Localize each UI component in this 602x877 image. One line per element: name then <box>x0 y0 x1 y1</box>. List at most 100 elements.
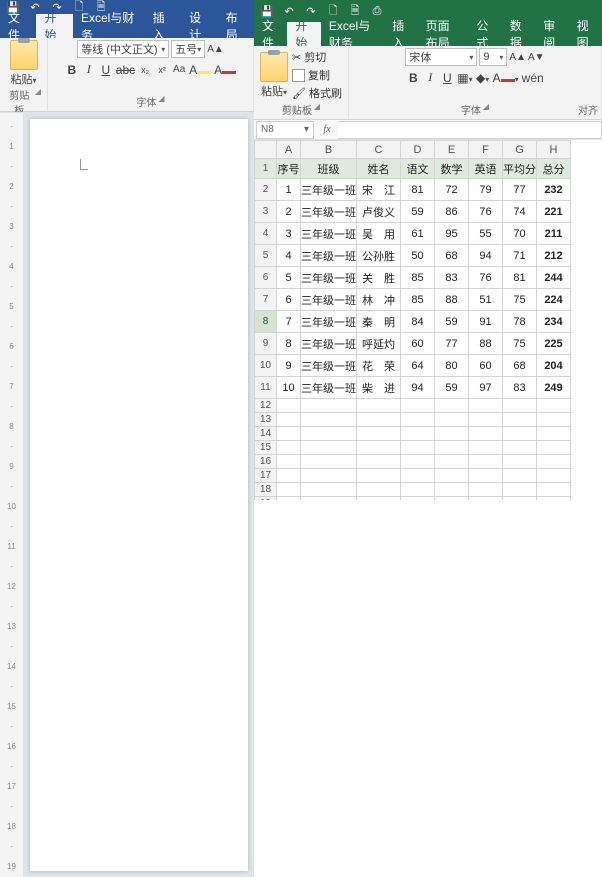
cell[interactable]: 74 <box>503 201 537 223</box>
cell[interactable] <box>503 455 537 469</box>
cell[interactable] <box>537 399 571 413</box>
undo-icon[interactable]: ↶ <box>282 4 296 18</box>
cell[interactable]: 三年级一班 <box>301 267 357 289</box>
cell[interactable] <box>537 427 571 441</box>
cell[interactable] <box>277 413 301 427</box>
cell[interactable] <box>277 469 301 483</box>
col-header[interactable]: B <box>301 141 357 159</box>
cell[interactable]: 232 <box>537 179 571 201</box>
cell[interactable]: 2 <box>277 201 301 223</box>
tab-home[interactable]: 开始 <box>36 14 72 38</box>
tab-insert[interactable]: 插入 <box>145 14 181 38</box>
cell[interactable] <box>357 483 401 497</box>
col-header[interactable]: H <box>537 141 571 159</box>
cell[interactable]: 三年级一班 <box>301 179 357 201</box>
cell[interactable]: 三年级一班 <box>301 245 357 267</box>
cell[interactable] <box>357 413 401 427</box>
cell[interactable]: 64 <box>401 355 435 377</box>
table-header-cell[interactable]: 数学 <box>435 159 469 179</box>
cell[interactable] <box>277 483 301 497</box>
cell[interactable] <box>537 469 571 483</box>
italic-icon[interactable]: I <box>423 70 437 85</box>
font-color-icon[interactable]: A▾ <box>493 71 519 85</box>
cell[interactable]: 55 <box>469 223 503 245</box>
bold-icon[interactable]: B <box>406 71 420 85</box>
superscript-icon[interactable]: x² <box>155 65 169 75</box>
cell[interactable]: 84 <box>401 311 435 333</box>
cell[interactable] <box>537 483 571 497</box>
cell[interactable]: 宋 江 <box>357 179 401 201</box>
document-page[interactable] <box>30 119 248 871</box>
underline-icon[interactable]: U <box>99 63 113 77</box>
cell[interactable]: 77 <box>503 179 537 201</box>
cell[interactable] <box>401 441 435 455</box>
cell[interactable] <box>435 497 469 501</box>
col-header[interactable]: D <box>401 141 435 159</box>
cell[interactable]: 呼延灼 <box>357 333 401 355</box>
row-header[interactable]: 18 <box>255 483 277 497</box>
cell[interactable] <box>469 469 503 483</box>
cell[interactable]: 8 <box>277 333 301 355</box>
cell[interactable] <box>301 497 357 501</box>
cell[interactable] <box>503 497 537 501</box>
row-header[interactable]: 12 <box>255 399 277 413</box>
cell[interactable]: 5 <box>277 267 301 289</box>
cell[interactable]: 77 <box>435 333 469 355</box>
cell[interactable] <box>435 455 469 469</box>
cell[interactable]: 秦 明 <box>357 311 401 333</box>
cell[interactable] <box>435 427 469 441</box>
cell[interactable]: 79 <box>469 179 503 201</box>
cell[interactable] <box>435 441 469 455</box>
underline-icon[interactable]: U <box>440 71 454 85</box>
cell[interactable] <box>435 399 469 413</box>
cell[interactable]: 三年级一班 <box>301 311 357 333</box>
cell[interactable]: 204 <box>537 355 571 377</box>
dialog-launcher-icon[interactable]: ◢ <box>158 94 164 109</box>
cell[interactable] <box>277 441 301 455</box>
open-doc-icon[interactable]: 🗎 <box>348 4 362 18</box>
row-header[interactable]: 19 <box>255 497 277 501</box>
cell[interactable]: 81 <box>503 267 537 289</box>
subscript-icon[interactable]: x₂ <box>138 65 152 75</box>
cell[interactable] <box>357 399 401 413</box>
cell[interactable]: 71 <box>503 245 537 267</box>
cell[interactable]: 88 <box>435 289 469 311</box>
save-icon[interactable]: 💾 <box>260 4 274 18</box>
cell[interactable]: 249 <box>537 377 571 399</box>
cell[interactable]: 212 <box>537 245 571 267</box>
cell[interactable] <box>301 399 357 413</box>
font-color-icon[interactable]: A <box>214 63 236 77</box>
cell[interactable]: 224 <box>537 289 571 311</box>
cell[interactable]: 三年级一班 <box>301 223 357 245</box>
cell[interactable]: 三年级一班 <box>301 289 357 311</box>
paste-icon[interactable] <box>260 52 288 82</box>
col-header[interactable]: A <box>277 141 301 159</box>
row-header[interactable]: 6 <box>255 267 277 289</box>
cell[interactable] <box>357 427 401 441</box>
font-size-combo[interactable]: 五号▾ <box>171 40 205 58</box>
col-header[interactable]: F <box>469 141 503 159</box>
cell[interactable] <box>357 497 401 501</box>
cell[interactable]: 85 <box>401 289 435 311</box>
cell[interactable] <box>469 455 503 469</box>
cell[interactable] <box>301 427 357 441</box>
cell[interactable] <box>503 399 537 413</box>
cell[interactable] <box>503 469 537 483</box>
table-header-cell[interactable]: 班级 <box>301 159 357 179</box>
tab-excelfin[interactable]: Excel与财务 <box>73 14 145 38</box>
cell[interactable]: 234 <box>537 311 571 333</box>
row-header[interactable]: 11 <box>255 377 277 399</box>
cell[interactable]: 三年级一班 <box>301 377 357 399</box>
cell[interactable]: 85 <box>401 267 435 289</box>
fill-color-icon[interactable]: ◆▾ <box>476 71 490 85</box>
cell[interactable]: 76 <box>469 201 503 223</box>
new-doc-icon[interactable]: 🗋 <box>326 4 340 18</box>
bold-icon[interactable]: B <box>65 63 79 77</box>
case-icon[interactable]: Aa <box>172 64 186 75</box>
highlight-icon[interactable]: A <box>189 63 211 77</box>
cell[interactable] <box>357 455 401 469</box>
cell[interactable] <box>401 469 435 483</box>
cell[interactable]: 59 <box>435 311 469 333</box>
cell[interactable] <box>357 441 401 455</box>
cell[interactable] <box>435 469 469 483</box>
